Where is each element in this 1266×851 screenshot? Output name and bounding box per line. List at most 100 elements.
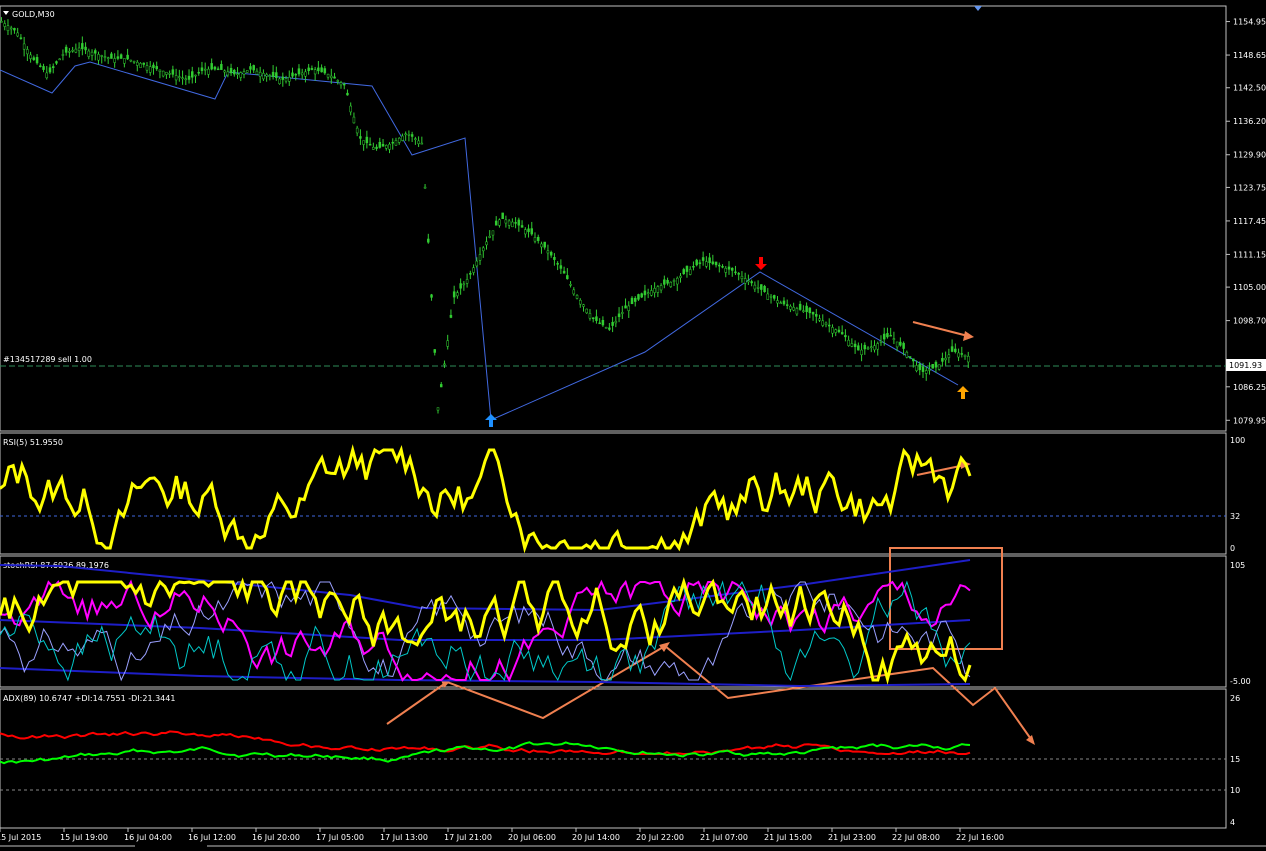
candle-body: [640, 293, 643, 298]
candle-body: [776, 300, 779, 304]
adx-title: ADX(89) 10.6747 +DI:14.7551 -DI:21.3441: [3, 694, 175, 703]
candle-body: [753, 284, 757, 290]
candle-body: [77, 47, 81, 51]
candle-body: [310, 68, 314, 70]
candle-body: [61, 54, 65, 56]
candle-body: [404, 133, 407, 136]
candle-body: [562, 270, 566, 274]
time-axis: 15 Jul 2015 15 Jul 19:00 16 Jul 04:00 16 Ju…: [0, 828, 1004, 842]
candle-body: [656, 286, 660, 293]
candle-body: [947, 354, 951, 358]
chart-shift-marker-icon[interactable]: [974, 6, 982, 11]
candle-body: [507, 220, 511, 226]
stoch-panel-frame: [0, 555, 1227, 688]
candle-body: [13, 28, 16, 31]
candle-body: [469, 273, 472, 275]
candle-body: [71, 49, 74, 52]
candle-body: [478, 254, 482, 261]
candle-body: [29, 54, 32, 59]
candle-body: [359, 136, 362, 139]
candle-body: [388, 143, 391, 150]
price-panel-frame: [0, 5, 1227, 432]
candle-body: [967, 355, 970, 363]
candle-body: [174, 75, 178, 81]
candle-body: [255, 70, 259, 75]
candle-body: [417, 140, 420, 145]
candle-body: [268, 75, 272, 77]
candle-body: [889, 334, 892, 337]
candle-body: [462, 283, 466, 286]
candle-body: [963, 354, 967, 357]
candle-body: [465, 279, 469, 284]
candle-body: [472, 267, 475, 273]
candle-body: [349, 105, 352, 113]
candle-body: [68, 51, 71, 53]
candle-body: [591, 317, 595, 320]
candle-body: [391, 141, 394, 144]
candle-body: [698, 262, 702, 264]
candle-body: [239, 72, 243, 78]
candle-body: [3, 23, 6, 27]
candle-body: [666, 279, 669, 284]
candle-body: [769, 295, 773, 298]
candle-body: [165, 71, 168, 75]
candle-body: [553, 257, 556, 260]
rsi-axis-0: 0: [1230, 544, 1235, 553]
candle-body: [624, 305, 627, 309]
candle-body: [950, 346, 954, 352]
price-axis-label: 1123.75: [1233, 183, 1266, 192]
candle-body: [653, 288, 656, 293]
candle-body: [220, 64, 223, 70]
candle-body: [905, 351, 909, 358]
candle-body: [611, 321, 614, 326]
candle-body: [320, 67, 323, 73]
candle-body: [307, 67, 310, 71]
candle-body: [145, 65, 149, 71]
candle-body: [928, 369, 931, 371]
candle-body: [918, 363, 922, 371]
candle-body: [743, 278, 747, 284]
collapse-triangle-icon[interactable]: [3, 11, 9, 15]
rsi-title: RSI(5) 51.9550: [3, 438, 63, 447]
candle-body: [912, 358, 915, 362]
candle-body: [685, 265, 689, 272]
candle-body: [556, 263, 559, 265]
candle-body: [608, 327, 611, 330]
current-price-label: 1091.93: [1229, 361, 1262, 370]
candle-body: [873, 345, 876, 351]
candle-body: [676, 277, 679, 285]
candle-body: [650, 290, 653, 296]
candle-body: [572, 289, 576, 295]
adx-axis-4: 4: [1230, 818, 1235, 827]
candle-body: [756, 287, 760, 289]
candle-body: [436, 407, 440, 411]
candle-body: [643, 290, 647, 296]
candle-body: [90, 51, 94, 56]
candle-body: [48, 67, 52, 73]
candle-body: [785, 304, 789, 306]
candle-body: [123, 58, 126, 64]
candle-body: [837, 329, 841, 333]
candle-body: [427, 238, 430, 243]
candle-body: [178, 76, 181, 78]
candle-body: [45, 72, 49, 79]
candle-body: [669, 281, 673, 287]
candle-body: [362, 140, 365, 145]
rsi-axis-32: 32: [1230, 512, 1240, 521]
candle-body: [934, 361, 938, 368]
candle-body: [566, 275, 569, 280]
candle-body: [226, 71, 230, 76]
candle-body: [585, 308, 588, 314]
candle-body: [236, 73, 239, 75]
candle-body: [614, 320, 618, 324]
candle-body: [844, 335, 847, 338]
candle-body: [342, 83, 346, 86]
trading-chart[interactable]: GOLD,M30 1154.95 1148.65 1142.50 1136.20 112…: [0, 0, 1266, 851]
candle-body: [84, 46, 87, 51]
candle-body: [688, 269, 692, 275]
candle-body: [459, 283, 462, 289]
candle-body: [536, 236, 540, 241]
time-axis-label: 20 Jul 22:00: [636, 833, 684, 842]
candle-body: [902, 342, 905, 349]
candle-body: [773, 295, 776, 299]
